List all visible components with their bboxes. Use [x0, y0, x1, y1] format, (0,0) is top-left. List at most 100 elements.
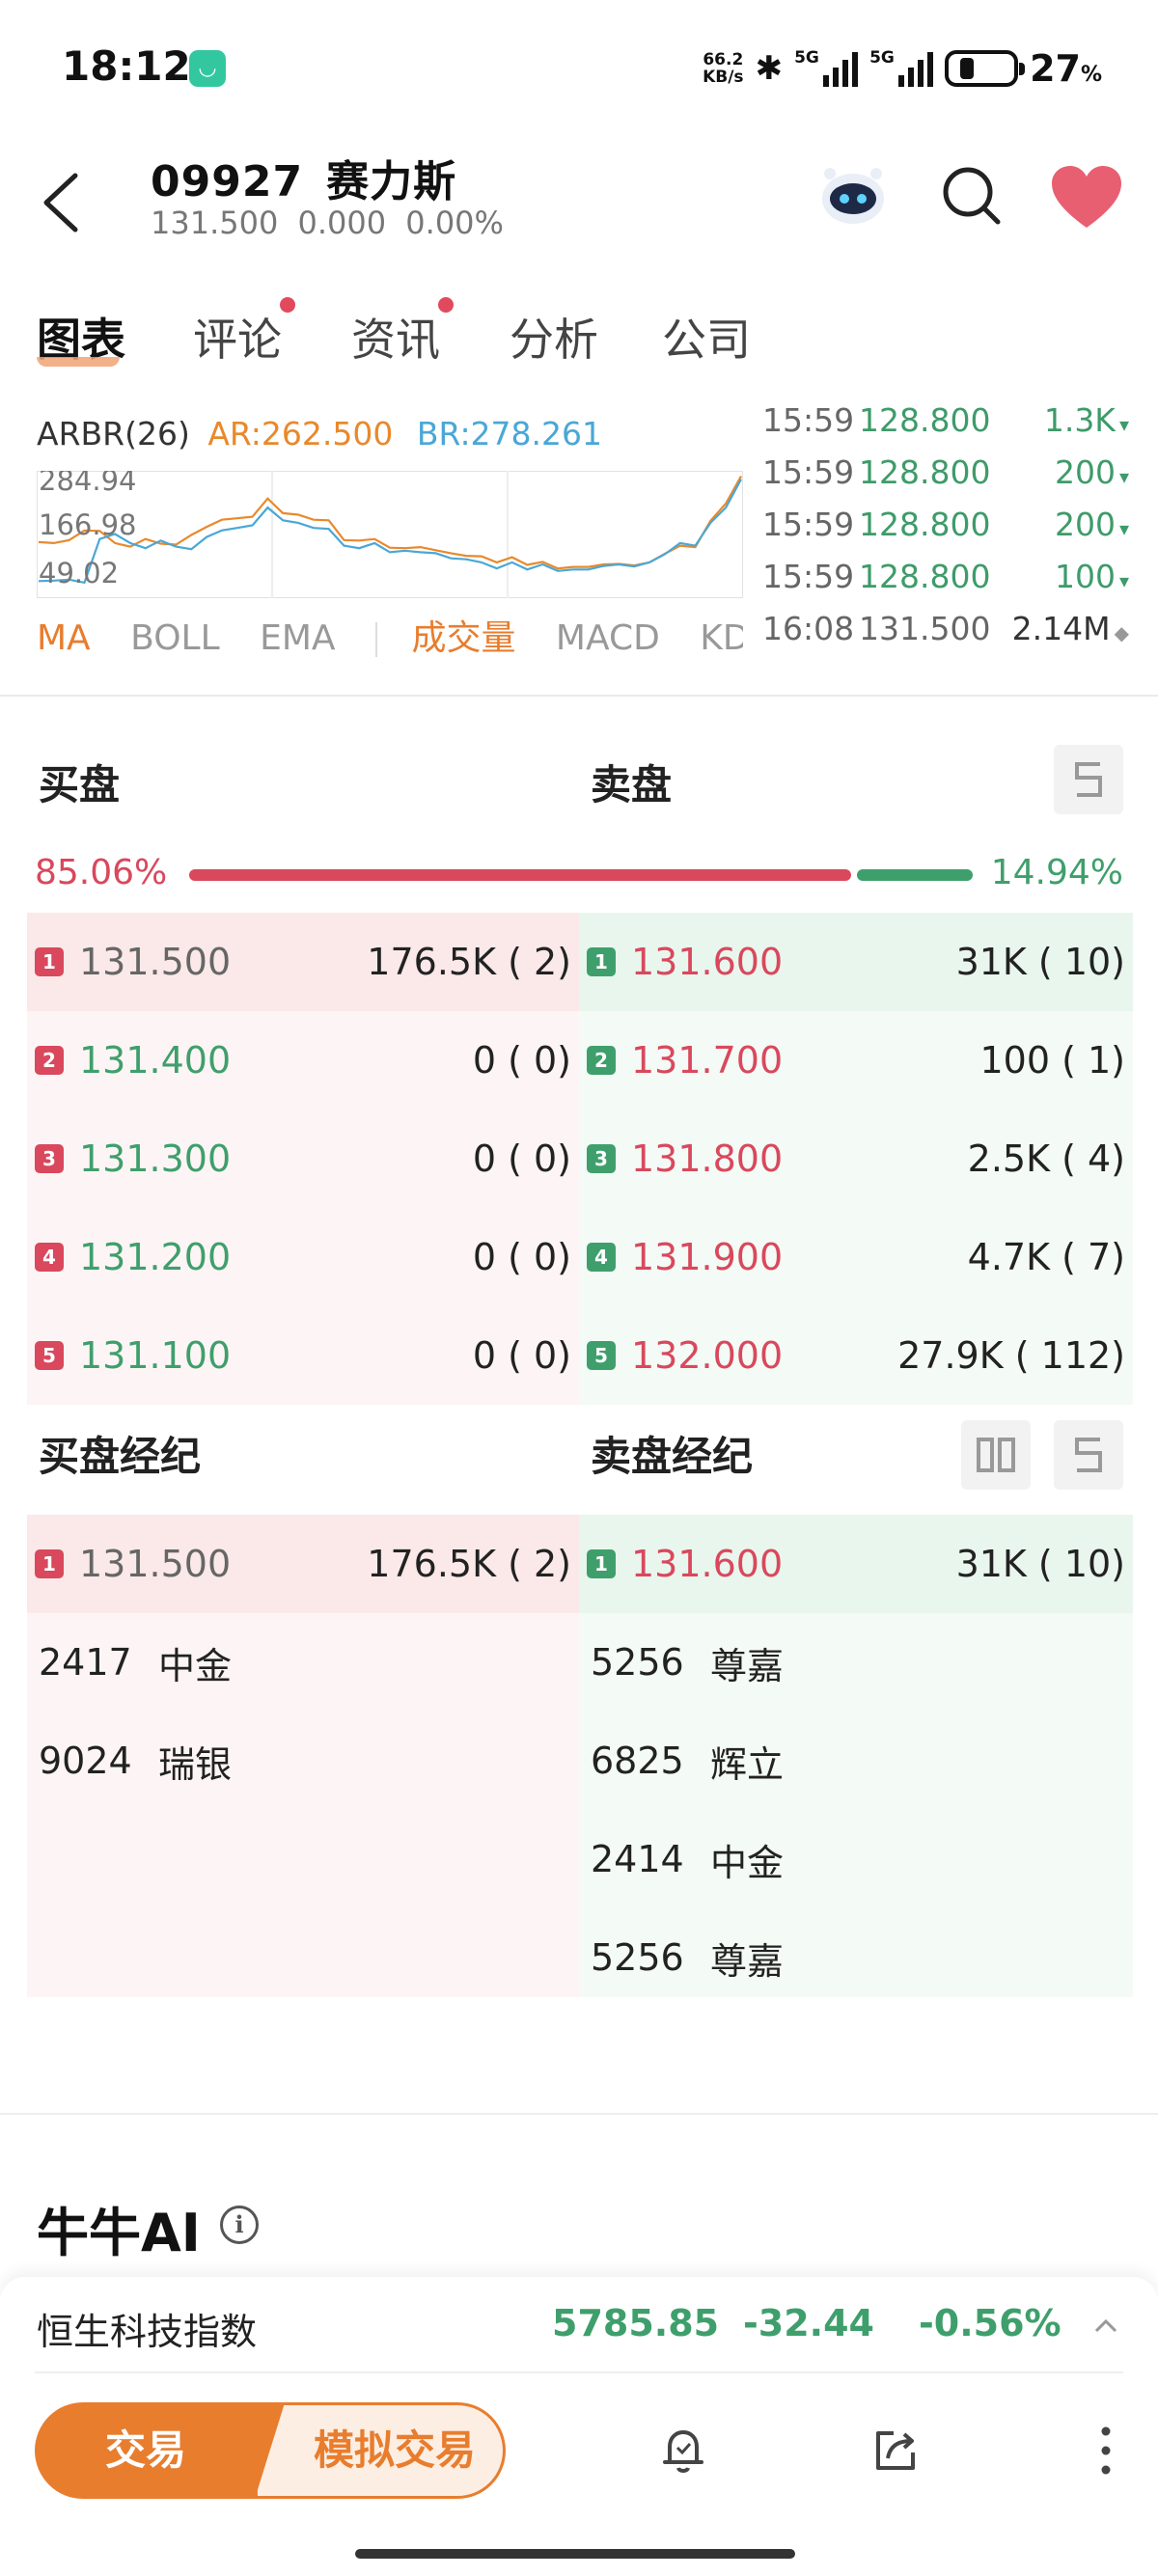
chevron-up-icon[interactable]	[1090, 2310, 1121, 2341]
tab-comments[interactable]: 评论	[193, 297, 295, 369]
trade-button[interactable]: 交易	[35, 2402, 286, 2499]
index-name: 恒生科技指数	[37, 2311, 258, 2353]
indicator-legend: ARBR(26) AR:262.500 BR:278.261	[37, 415, 602, 452]
y-tick-label: 166.98	[39, 508, 136, 541]
ask-heading: 卖盘	[591, 761, 673, 808]
depth-five-icon	[1075, 1438, 1102, 1472]
status-bar: 18:12 ◡ 66.2 KB/s ✱ 5G 5G 27%	[0, 0, 1158, 135]
broker-item[interactable]: 2417 中金	[27, 1613, 579, 1712]
y-tick-label: 49.02	[39, 557, 119, 589]
bottom-toolbar: 交易 模拟交易	[0, 2373, 1158, 2576]
network-speed: 66.2 KB/s	[703, 50, 744, 87]
ask-broker-heading: 卖盘经纪	[591, 1433, 754, 1480]
ask-row[interactable]: 5 132.000 27.9K ( 112)	[579, 1306, 1133, 1405]
series-line-br	[38, 479, 742, 585]
back-arrow-icon[interactable]	[37, 164, 95, 241]
unread-dot	[438, 297, 454, 313]
signal-icon-2: 5G	[869, 48, 934, 87]
ask-levels: 1 131.600 31K ( 10) 2 131.700 100 ( 1) 3 131.…	[579, 913, 1133, 1405]
trade-ticks[interactable]: 15:59 128.800 1.3K ▾ 15:59 128.800 200 ▾ 15:59…	[762, 394, 1129, 654]
robot-assistant-icon[interactable]	[816, 158, 890, 232]
tab-analysis[interactable]: 分析	[510, 305, 598, 369]
chart-tab-volume[interactable]: 成交量	[411, 610, 515, 660]
bid-row[interactable]: 3 131.300 0 ( 0)	[27, 1110, 579, 1208]
ask-ratio-bar	[857, 869, 973, 881]
battery-icon	[945, 50, 1026, 87]
ask-row[interactable]: 4 131.900 4.7K ( 7)	[579, 1208, 1133, 1306]
tick-row: 15:59 128.800 200 ▾	[762, 452, 1129, 491]
status-time: 18:12	[62, 42, 191, 90]
tab-company[interactable]: 公司	[662, 305, 751, 369]
chart-tab-separator	[375, 622, 377, 657]
bid-row[interactable]: 1 131.500 176.5K ( 2)	[27, 913, 579, 1011]
stock-change-pct: 0.00%	[405, 205, 504, 241]
chart-tab-ema[interactable]: EMA	[260, 618, 335, 658]
ask-row[interactable]: 3 131.800 2.5K ( 4)	[579, 1110, 1133, 1208]
bid-row[interactable]: 5 131.100 0 ( 0)	[27, 1306, 579, 1405]
price-alert-bell-icon[interactable]	[652, 2420, 714, 2481]
bid-brokers: 1 131.500 176.5K ( 2) 2417 中金 9024 瑞银	[27, 1515, 579, 1997]
ask-brokers: 1 131.600 31K ( 10) 5256 尊嘉 6825 辉立 2414 中金 5…	[579, 1515, 1133, 1997]
signal-icon-1: 5G	[794, 48, 859, 87]
unread-dot	[280, 297, 295, 313]
broker-layout-button[interactable]	[961, 1420, 1031, 1490]
indicator-name: ARBR(26)	[37, 415, 190, 452]
chart-tab-kd[interactable]: KD	[700, 618, 743, 658]
depth-five-icon	[1075, 762, 1102, 797]
share-icon[interactable]	[865, 2420, 926, 2481]
broker-depth-button[interactable]	[1054, 1420, 1123, 1490]
more-vertical-icon[interactable]	[1075, 2420, 1137, 2481]
bid-ratio-bar	[189, 869, 851, 881]
bid-ratio: 85.06%	[35, 853, 168, 892]
chart-tab-ma[interactable]: MA	[37, 618, 91, 658]
indicator-br: BR:278.261	[416, 415, 603, 452]
y-tick-label: 284.94	[39, 471, 136, 497]
broker-item[interactable]: 5256 尊嘉	[579, 1908, 1133, 2007]
ask-broker-top-row[interactable]: 1 131.600 31K ( 10)	[579, 1515, 1133, 1613]
stock-price: 131.500	[151, 205, 279, 241]
simulated-trade-button[interactable]: 模拟交易	[255, 2402, 506, 2499]
columns-icon	[977, 1438, 1015, 1472]
chart-tab-macd[interactable]: MACD	[556, 618, 660, 658]
chart-tab-boll[interactable]: BOLL	[130, 618, 220, 658]
app-notification-icon: ◡	[189, 50, 226, 87]
broker-item[interactable]: 6825 辉立	[579, 1712, 1133, 1810]
index-ticker-strip[interactable]: 恒生科技指数 5785.85 -32.44 -0.56%	[0, 2277, 1158, 2373]
ai-section-title: 牛牛AI	[37, 2203, 201, 2263]
stock-quote-summary: 131.500 0.000 0.00%	[151, 205, 513, 241]
depth-toggle-button[interactable]	[1054, 745, 1123, 814]
chart-indicator-tabs: MA BOLL EMA 成交量 MACD KD	[37, 610, 743, 662]
index-change: -32.44	[743, 2302, 874, 2344]
favorite-heart-icon[interactable]	[1050, 164, 1123, 232]
stock-title: 09927 赛力斯	[151, 147, 480, 208]
battery-percent: 27%	[1030, 47, 1102, 90]
section-divider	[0, 695, 1158, 697]
stock-change: 0.000	[297, 205, 387, 241]
info-icon[interactable]: i	[220, 2206, 259, 2244]
broker-item[interactable]: 2414 中金	[579, 1810, 1133, 1908]
tick-row: 15:59 128.800 100 ▾	[762, 557, 1129, 595]
broker-item[interactable]: 9024 瑞银	[27, 1712, 579, 1810]
tick-row: 16:08 131.500 2.14M ◆	[762, 609, 1129, 647]
arbr-chart[interactable]: 284.94 166.98 49.02	[37, 471, 743, 598]
index-change-pct: -0.56%	[919, 2302, 1062, 2344]
bid-broker-top-row[interactable]: 1 131.500 176.5K ( 2)	[27, 1515, 579, 1613]
tab-bar: 图表 评论 资讯 分析 公司	[0, 289, 1158, 386]
bid-row[interactable]: 2 131.400 0 ( 0)	[27, 1011, 579, 1110]
broker-item[interactable]: 5256 尊嘉	[579, 1613, 1133, 1712]
series-line-ar	[38, 475, 742, 570]
indicator-ar: AR:262.500	[207, 415, 394, 452]
ask-row[interactable]: 1 131.600 31K ( 10)	[579, 913, 1133, 1011]
ask-row[interactable]: 2 131.700 100 ( 1)	[579, 1011, 1133, 1110]
tick-row: 15:59 128.800 1.3K ▾	[762, 400, 1129, 439]
bid-broker-heading: 买盘经纪	[39, 1433, 202, 1480]
active-tab-indicator	[37, 357, 120, 367]
status-right: 66.2 KB/s ✱ 5G 5G 27%	[703, 44, 1102, 93]
bid-heading: 买盘	[39, 761, 121, 808]
tick-row: 15:59 128.800 200 ▾	[762, 505, 1129, 543]
chart-frame	[37, 471, 743, 598]
bid-row[interactable]: 4 131.200 0 ( 0)	[27, 1208, 579, 1306]
tab-news[interactable]: 资讯	[351, 297, 454, 369]
search-icon[interactable]	[938, 162, 1006, 230]
home-indicator[interactable]	[355, 2549, 795, 2559]
